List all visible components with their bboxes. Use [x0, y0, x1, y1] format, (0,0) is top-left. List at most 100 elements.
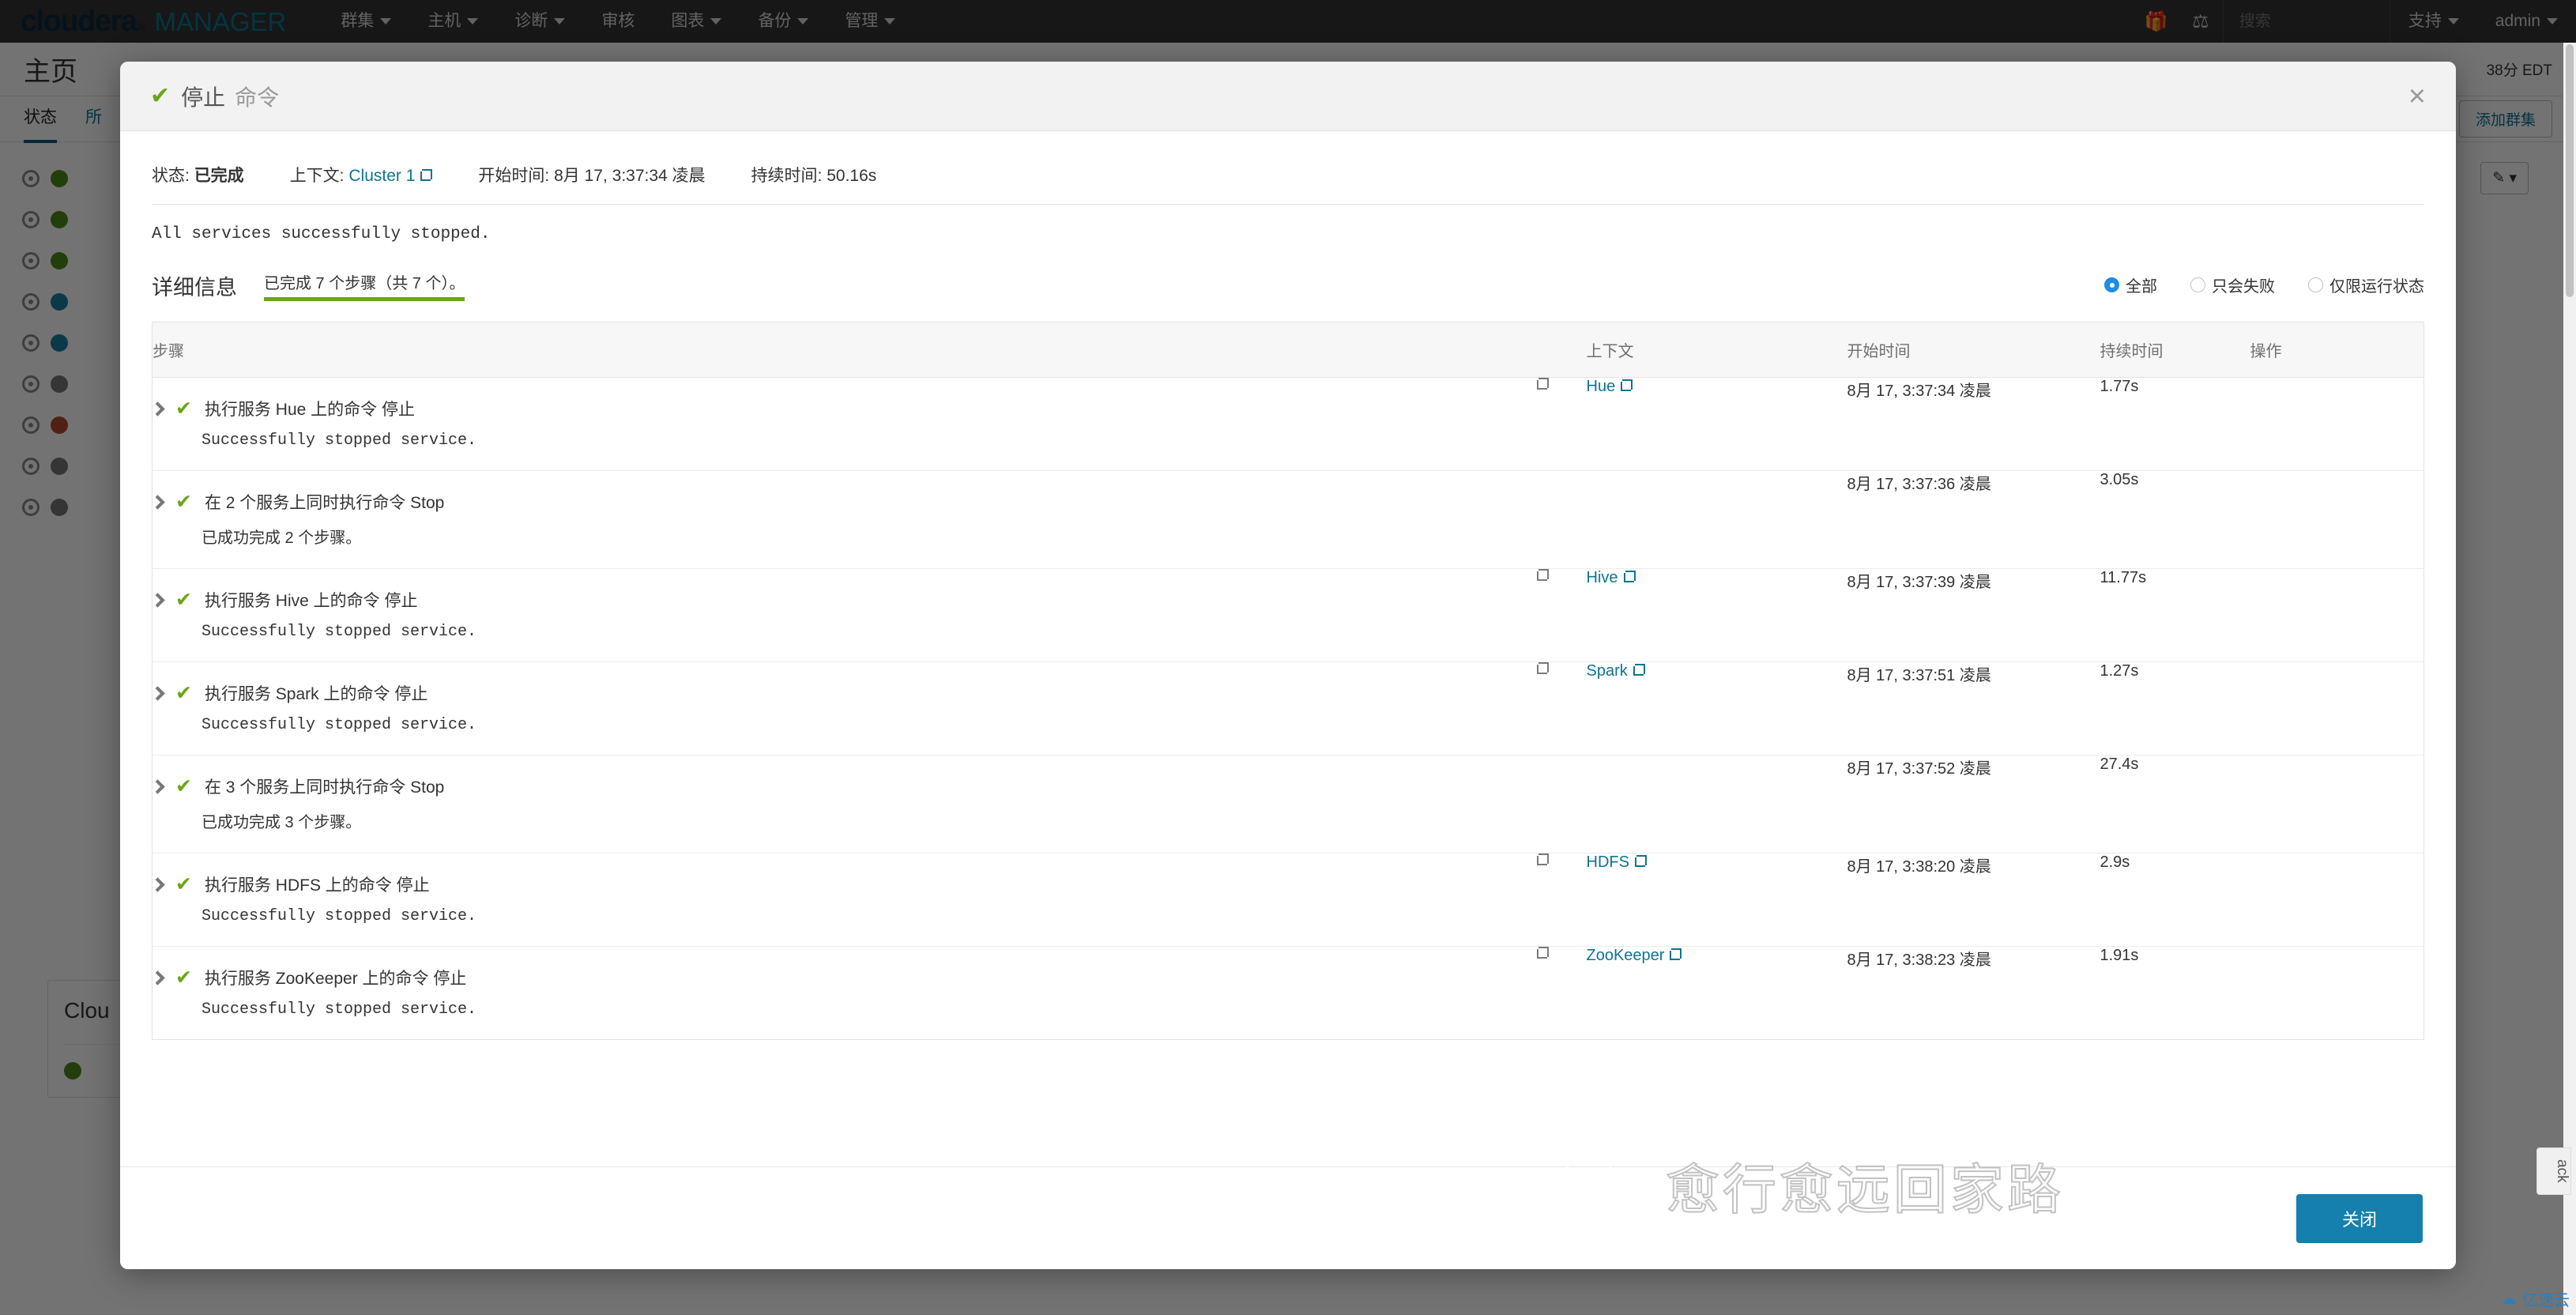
radio-dot — [2190, 277, 2205, 292]
success-check-icon: ✔ — [175, 966, 192, 989]
cell-start-time: 8月 17, 3:37:39 凌晨 — [1847, 568, 2100, 662]
chevron-right-icon[interactable] — [150, 494, 165, 510]
step-detail: 已成功完成 3 个步骤。 — [201, 814, 362, 831]
chevron-right-icon[interactable] — [150, 592, 165, 608]
context-link[interactable]: Hive — [1587, 569, 1618, 586]
modal-footer: 关闭 — [120, 1166, 2456, 1269]
filter-running-only[interactable]: 仅限运行状态 — [2308, 273, 2424, 296]
duration-value: 50.16s — [827, 167, 877, 185]
step-title: 在 2 个服务上同时执行命令 Stop — [204, 494, 445, 512]
step-content: ✔ 执行服务 Hue 上的命令 停止 Successfully stopped se… — [150, 378, 1531, 470]
external-link-icon[interactable] — [420, 169, 433, 181]
table-row: ✔ 执行服务 ZooKeeper 上的命令 停止 Successfully stop… — [150, 946, 2424, 1040]
table-row: ✔ 执行服务 Spark 上的命令 停止 Successfully stopped … — [150, 661, 2424, 755]
cell-detail-link[interactable] — [1531, 568, 1587, 662]
filter-failures-only[interactable]: 只会失败 — [2190, 273, 2275, 296]
close-button[interactable]: 关闭 — [2295, 1193, 2423, 1243]
chevron-right-icon[interactable] — [150, 401, 165, 416]
external-link-icon[interactable] — [1634, 855, 1647, 867]
context-link[interactable]: Hue — [1587, 378, 1616, 395]
table-header-row: 步骤 上下文 开始时间 持续时间 操作 — [152, 322, 2424, 378]
step-detail: Successfully stopped service. — [201, 907, 477, 925]
corner-watermark-text: 亿速云 — [2522, 1292, 2570, 1309]
chevron-right-icon[interactable] — [150, 970, 165, 985]
filter-label: 只会失败 — [2212, 278, 2275, 296]
start-time-label: 开始时间: — [478, 167, 550, 185]
steps-table-body: ✔ 执行服务 Hue 上的命令 停止 Successfully stopped se… — [150, 378, 2424, 1040]
step-title: 在 3 个服务上同时执行命令 Stop — [204, 778, 445, 797]
external-link-icon[interactable] — [1536, 947, 1549, 959]
step-content: ✔ 执行服务 Spark 上的命令 停止 Successfully stopped … — [150, 662, 1531, 755]
chevron-right-icon[interactable] — [150, 778, 165, 794]
cell-step: ✔ 执行服务 HDFS 上的命令 停止 Successfully stopped s… — [150, 853, 1531, 947]
cell-actions — [2250, 661, 2424, 755]
chevron-right-icon[interactable] — [150, 685, 165, 701]
cell-detail-link[interactable] — [1531, 946, 1587, 1040]
radio-dot — [2104, 277, 2119, 292]
step-title: 执行服务 ZooKeeper 上的命令 停止 — [204, 970, 467, 988]
col-actions: 操作 — [2250, 322, 2424, 378]
success-check-icon: ✔ — [175, 774, 192, 797]
external-link-icon[interactable] — [1670, 948, 1682, 960]
cell-duration: 2.9s — [2100, 853, 2250, 947]
steps-table: 步骤 上下文 开始时间 持续时间 操作 ✔ 执行服务 Hue 上的命令 停止 Suc… — [150, 322, 2424, 1040]
success-check-icon: ✔ — [175, 588, 192, 611]
context-link[interactable]: Cluster 1 — [348, 167, 415, 185]
cell-duration: 11.77s — [2100, 568, 2250, 662]
external-link-icon[interactable] — [1536, 662, 1549, 674]
cell-context: HDFS — [1586, 853, 1847, 947]
filter-all[interactable]: 全部 — [2104, 273, 2157, 296]
close-icon[interactable]: × — [2408, 81, 2426, 111]
filter-label: 全部 — [2126, 278, 2157, 296]
external-link-icon[interactable] — [1536, 378, 1549, 390]
col-link — [1531, 322, 1587, 378]
scrollbar-thumb[interactable] — [2566, 44, 2574, 297]
step-detail: Successfully stopped service. — [201, 623, 477, 641]
cell-start-time: 8月 17, 3:38:20 凌晨 — [1847, 853, 2100, 947]
step-title: 执行服务 Hive 上的命令 停止 — [204, 592, 418, 610]
external-link-icon[interactable] — [1623, 571, 1636, 582]
cell-start-time: 8月 17, 3:37:52 凌晨 — [1847, 755, 2100, 853]
command-message: All services successfully stopped. — [152, 225, 491, 243]
cell-detail-link[interactable] — [1531, 661, 1587, 755]
step-title-row: ✔ 执行服务 Hue 上的命令 停止 — [150, 397, 1531, 420]
success-check-icon: ✔ — [175, 397, 192, 420]
context-link[interactable]: ZooKeeper — [1587, 947, 1665, 964]
progress-indicator: 已完成 7 个步骤（共 7 个）。 — [264, 270, 465, 301]
external-link-icon[interactable] — [1536, 569, 1549, 581]
step-content: ✔ 执行服务 HDFS 上的命令 停止 Successfully stopped s… — [150, 853, 1531, 946]
step-content: ✔ 在 3 个服务上同时执行命令 Stop 已成功完成 3 个步骤。 — [150, 755, 1531, 853]
step-title-row: ✔ 执行服务 HDFS 上的命令 停止 — [150, 872, 1531, 896]
cell-start-time: 8月 17, 3:38:23 凌晨 — [1847, 946, 2100, 1040]
vertical-scrollbar[interactable] — [2563, 43, 2576, 1315]
cell-context — [1586, 470, 1847, 569]
start-time-field: 开始时间: 8月 17, 3:37:34 凌晨 — [478, 163, 705, 187]
cell-context: ZooKeeper — [1586, 946, 1847, 1040]
start-time-value: 8月 17, 3:37:34 凌晨 — [554, 167, 706, 185]
external-link-icon[interactable] — [1621, 379, 1633, 391]
cell-step: ✔ 执行服务 Hive 上的命令 停止 Successfully stopped s… — [150, 568, 1531, 662]
cell-detail-link[interactable] — [1531, 378, 1587, 471]
cell-detail-link[interactable] — [1531, 853, 1587, 947]
feedback-side-tab[interactable]: ack — [2536, 1147, 2571, 1195]
step-title: 执行服务 Spark 上的命令 停止 — [204, 685, 428, 703]
step-title-row: ✔ 在 3 个服务上同时执行命令 Stop — [150, 774, 1531, 798]
modal-title: 停止 命令 — [181, 81, 279, 112]
cell-step: ✔ 执行服务 Spark 上的命令 停止 Successfully stopped … — [150, 661, 1531, 755]
external-link-icon[interactable] — [1536, 853, 1549, 865]
command-details-modal: ✔ 停止 命令 × 状态: 已完成 上下文: Cluster 1 开始时间: 8月… — [120, 62, 2456, 1269]
step-content: ✔ 执行服务 ZooKeeper 上的命令 停止 Successfully stop… — [150, 947, 1531, 1039]
step-title-row: ✔ 执行服务 ZooKeeper 上的命令 停止 — [150, 966, 1531, 989]
context-link[interactable]: Spark — [1587, 662, 1628, 680]
external-link-icon[interactable] — [1633, 664, 1645, 676]
step-detail: Successfully stopped service. — [201, 716, 477, 734]
detail-header-row: 详细信息 已完成 7 个步骤（共 7 个）。 全部 只会失败 仅限运行状态 — [152, 270, 2424, 301]
context-link[interactable]: HDFS — [1587, 853, 1629, 871]
chevron-right-icon[interactable] — [150, 876, 165, 892]
context-label: 上下文: — [289, 167, 345, 185]
divider — [152, 204, 2424, 205]
detail-section-title: 详细信息 — [152, 276, 237, 300]
cell-step: ✔ 执行服务 ZooKeeper 上的命令 停止 Successfully stop… — [150, 946, 1531, 1040]
cell-duration: 3.05s — [2100, 470, 2250, 569]
table-row: ✔ 执行服务 Hue 上的命令 停止 Successfully stopped se… — [150, 378, 2424, 471]
